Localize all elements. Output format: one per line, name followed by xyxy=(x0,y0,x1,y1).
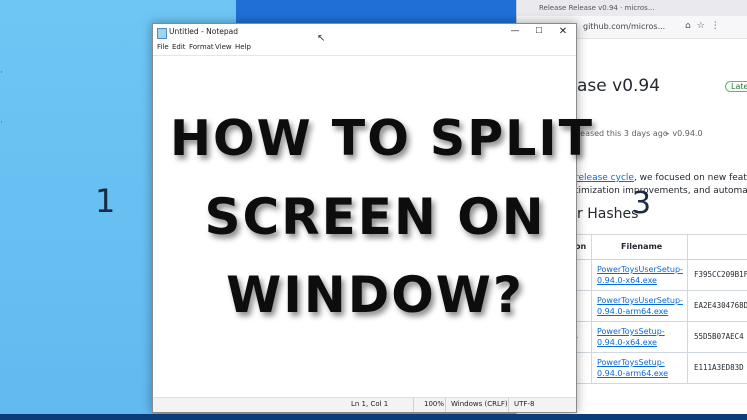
hash-value: 55D5B07AEC4 xyxy=(694,332,744,341)
headline-line-1: HOW TO SPLIT xyxy=(170,110,594,167)
menu-edit[interactable]: Edit xyxy=(172,43,186,51)
release-cycle-link[interactable]: release cycle xyxy=(575,173,634,183)
status-zoom: 100% xyxy=(424,400,445,408)
status-position: Ln 1, Col 1 xyxy=(351,400,389,408)
desktop-top-strip xyxy=(236,0,516,24)
status-line-ending: Windows (CRLF) xyxy=(451,400,508,408)
headline-line-2: SCREEN ON xyxy=(204,188,546,246)
browser-tab[interactable]: Release Release v0.94 · micros... xyxy=(539,0,655,16)
taskbar xyxy=(0,414,747,420)
hash-value: E111A3ED83D xyxy=(694,363,744,372)
desktop-mark: · xyxy=(0,118,3,128)
menu-file[interactable]: File xyxy=(157,43,169,51)
browser-tab-bar: Release Release v0.94 · micros... xyxy=(517,0,747,16)
latest-badge: Latest xyxy=(725,81,747,92)
menu-view[interactable]: View xyxy=(215,43,232,51)
release-title: ase v0.94 xyxy=(577,76,661,96)
status-divider xyxy=(508,398,509,412)
hashes-table: on Filename PowerToysUserSetup- 0.94.0-x6… xyxy=(573,234,747,384)
table-row: PowerToysUserSetup- 0.94.0-x64.exe F395CC… xyxy=(573,260,747,291)
snap-zone-number-3: 3 xyxy=(632,186,652,221)
release-paragraph-line1: release cycle, we focused on new feature… xyxy=(575,173,747,183)
desktop-mark: · xyxy=(0,68,3,78)
menu-format[interactable]: Format xyxy=(189,43,214,51)
hash-value: F395CC209B1F xyxy=(694,270,747,279)
notepad-icon xyxy=(157,28,167,39)
hash-value: EA2E4304768D xyxy=(694,301,747,310)
toolbar-icons[interactable]: ⌂☆⋮ xyxy=(685,21,726,31)
menu-bar: File Edit Format View Help xyxy=(153,41,576,56)
release-tag[interactable]: ⌁ v0.94.0 xyxy=(665,129,703,138)
table-row: 4 PowerToysSetup-0.94.0-x64.exe 55D5B07A… xyxy=(573,322,747,353)
status-encoding: UTF-8 xyxy=(514,400,535,408)
column-header-filename: Filename xyxy=(621,242,663,251)
status-bar: Ln 1, Col 1 100% Windows (CRLF) UTF-8 xyxy=(153,397,576,412)
table-row: PowerToysSetup- 0.94.0-arm64.exe E111A3ED… xyxy=(573,353,747,384)
file-link[interactable]: PowerToysUserSetup- 0.94.0-x64.exe xyxy=(597,264,683,286)
file-link[interactable]: PowerToysSetup- 0.94.0-arm64.exe xyxy=(597,357,668,379)
title-bar[interactable]: Untitled - Notepad — ☐ ✕ xyxy=(153,24,576,41)
release-paragraph-line2: timization improvements, and automation. xyxy=(575,186,747,196)
release-tag-label: v0.94.0 xyxy=(672,129,703,138)
minimize-button[interactable]: — xyxy=(505,26,525,36)
paragraph-text: , we focused on new features, xyxy=(633,173,747,183)
headline-line-3: WINDOW? xyxy=(226,266,524,324)
address-bar[interactable]: github.com/micros... xyxy=(583,20,693,34)
file-link[interactable]: PowerToysUserSetup- 0.94.0-arm64.exe xyxy=(597,295,683,317)
window-title: Untitled - Notepad xyxy=(169,27,239,36)
hashes-heading: r Hashes xyxy=(577,206,639,222)
table-row: PowerToysUserSetup- 0.94.0-arm64.exe EA2E… xyxy=(573,291,747,322)
close-button[interactable]: ✕ xyxy=(553,26,573,37)
mouse-cursor-icon: ↖ xyxy=(317,33,326,44)
maximize-button[interactable]: ☐ xyxy=(529,26,549,35)
table-header-row: on Filename xyxy=(573,235,747,260)
headline-overlay: HOW TO SPLIT SCREEN ON WINDOW? xyxy=(170,100,594,334)
status-divider xyxy=(413,398,414,412)
file-link[interactable]: PowerToysSetup- 0.94.0-x64.exe xyxy=(597,326,665,348)
menu-help[interactable]: Help xyxy=(235,43,251,51)
status-divider xyxy=(445,398,446,412)
snap-zone-number-1: 1 xyxy=(95,182,116,220)
